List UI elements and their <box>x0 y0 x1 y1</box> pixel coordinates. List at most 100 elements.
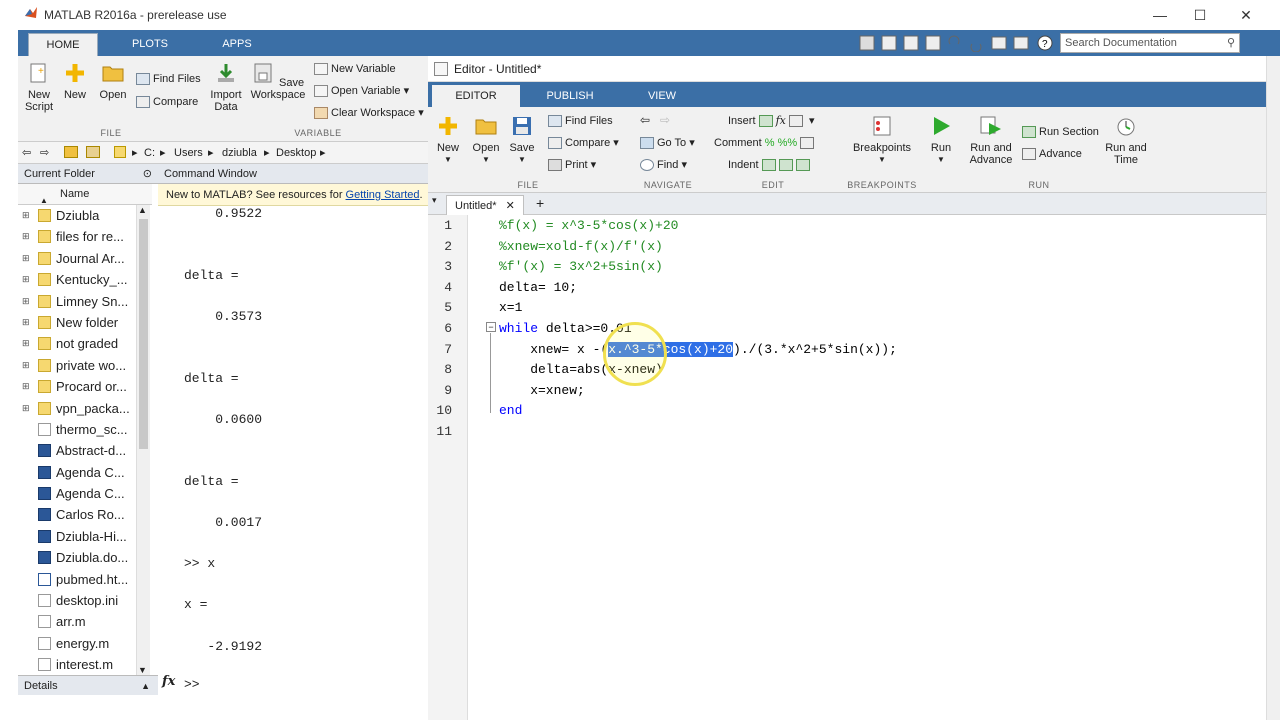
forward-arrow-icon[interactable]: ⇨ <box>40 142 49 164</box>
line-number[interactable]: 8 <box>428 362 452 377</box>
folder-list-item[interactable]: ⊞ private wo... <box>18 355 152 376</box>
folder-list-item[interactable]: arr.m <box>18 611 152 632</box>
folder-list-item[interactable]: Abstract-d... <box>18 440 152 461</box>
folder-list-item[interactable]: ⊞ Limney Sn... <box>18 291 152 312</box>
new-button[interactable]: New <box>60 62 90 101</box>
expand-plus-icon[interactable]: ⊞ <box>22 248 30 269</box>
tab-plots[interactable]: PLOTS <box>116 33 184 56</box>
tab-view[interactable]: VIEW <box>622 85 702 107</box>
line-number[interactable]: 11 <box>428 424 452 439</box>
current-folder-scrollbar[interactable]: ▲ ▼ <box>136 205 150 675</box>
expand-plus-icon[interactable]: ⊞ <box>22 312 30 333</box>
panel-menu-icon[interactable]: ⊙ <box>143 164 152 184</box>
import-data-button[interactable]: Import Data <box>208 62 244 113</box>
navigate-forward-icon[interactable]: ⇨ <box>660 113 670 127</box>
folder-list-item[interactable]: Agenda C... <box>18 483 152 504</box>
compare-button[interactable]: Compare <box>136 93 198 111</box>
tab-publish[interactable]: PUBLISH <box>530 85 610 107</box>
folder-list-item[interactable]: interest.m <box>18 654 152 675</box>
line-number[interactable]: 1 <box>428 218 452 233</box>
folder-list-item[interactable]: ⊞ New folder <box>18 312 152 333</box>
code-line[interactable]: %f'(x) = 3x^2+5sin(x) <box>499 259 663 274</box>
expand-plus-icon[interactable]: ⊞ <box>22 398 30 419</box>
editor-new-button[interactable]: New ▼ <box>432 115 464 166</box>
editor-save-button[interactable]: Save ▼ <box>506 115 538 166</box>
run-and-time-button[interactable]: Run and Time <box>1100 115 1152 166</box>
expand-plus-icon[interactable]: ⊞ <box>22 376 30 397</box>
expand-plus-icon[interactable]: ⊞ <box>22 291 30 312</box>
editor-find-files-button[interactable]: Find Files <box>548 112 613 130</box>
window-scrollbar[interactable] <box>1266 56 1280 720</box>
line-number[interactable]: 9 <box>428 383 452 398</box>
command-window-header[interactable]: Command Window <box>158 164 428 184</box>
search-documentation-input[interactable]: Search Documentation ⚲ <box>1060 33 1240 53</box>
folder-list-item[interactable]: ⊞ vpn_packa... <box>18 398 152 419</box>
line-number[interactable]: 10 <box>428 403 452 418</box>
fold-toggle-icon[interactable]: − <box>486 322 496 332</box>
code-line[interactable]: end <box>499 403 522 418</box>
command-prompt[interactable]: fx >> <box>158 672 428 696</box>
folder-list-item[interactable]: ⊞ not graded <box>18 333 152 354</box>
fx-icon[interactable]: fx <box>776 114 786 127</box>
expand-plus-icon[interactable]: ⊞ <box>22 205 30 226</box>
advance-button[interactable]: Advance <box>1022 145 1082 163</box>
line-number[interactable]: 7 <box>428 342 452 357</box>
tab-list-icon[interactable]: ▾ <box>432 195 437 206</box>
comment-icon[interactable]: % <box>765 137 775 149</box>
save-workspace-button[interactable]: Save Workspace <box>250 62 306 101</box>
editor-open-button[interactable]: Open ▼ <box>470 115 502 166</box>
open-button[interactable]: Open <box>98 62 128 101</box>
find-files-button[interactable]: Find Files <box>136 70 201 88</box>
comment-button[interactable]: Comment % %% <box>714 134 817 152</box>
folder-list-item[interactable]: ⊞ Kentucky_... <box>18 269 152 290</box>
folder-list-item[interactable]: ⊞ Dziubla <box>18 205 152 226</box>
path-user[interactable]: dziubla <box>222 142 257 164</box>
indent-button[interactable]: Indent <box>728 156 813 174</box>
editor-print-button[interactable]: Print ▾ <box>548 156 596 174</box>
code-line[interactable]: %f(x) = x^3-5*cos(x)+20 <box>499 218 678 233</box>
run-and-advance-button[interactable]: Run and Advance <box>964 115 1018 166</box>
minimize-button[interactable]: — <box>1140 4 1180 26</box>
folder-list-item[interactable]: pubmed.ht... <box>18 569 152 590</box>
run-button[interactable]: Run ▼ <box>924 115 958 166</box>
code-line[interactable]: delta= 10; <box>499 280 577 295</box>
getting-started-link[interactable]: Getting Started <box>346 189 420 201</box>
function-browser-icon[interactable]: fx <box>162 674 175 689</box>
line-number[interactable]: 2 <box>428 239 452 254</box>
tab-home[interactable]: HOME <box>28 33 98 56</box>
new-script-button[interactable]: + New Script <box>22 62 56 113</box>
tab-apps[interactable]: APPS <box>202 33 272 56</box>
path-users[interactable]: Users <box>174 142 203 164</box>
folder-list-item[interactable]: Dziubla.do... <box>18 547 152 568</box>
new-tab-button[interactable]: + <box>536 195 544 211</box>
doc-tab-untitled[interactable]: Untitled* ✕ <box>446 195 524 215</box>
navigate-back-icon[interactable]: ⇦ <box>640 113 650 127</box>
folder-list-item[interactable]: Carlos Ro... <box>18 504 152 525</box>
scroll-up-icon[interactable]: ▲ <box>138 205 147 215</box>
expand-icon[interactable]: ▲ <box>141 676 150 696</box>
code-line[interactable]: x=1 <box>499 300 522 315</box>
code-line[interactable]: xnew= x -(x.^3-5*cos(x)+20)./(3.*x^2+5*s… <box>499 341 897 357</box>
find-button[interactable]: Find ▾ <box>640 156 687 174</box>
tab-editor[interactable]: EDITOR <box>432 85 520 107</box>
scroll-down-icon[interactable]: ▼ <box>138 665 147 675</box>
breakpoints-button[interactable]: Breakpoints ▼ <box>848 115 916 166</box>
folder-list-item[interactable]: desktop.ini <box>18 590 152 611</box>
expand-plus-icon[interactable]: ⊞ <box>22 333 30 354</box>
clear-workspace-button[interactable]: Clear Workspace ▾ <box>314 104 424 122</box>
folder-list-item[interactable]: ⊞ files for re... <box>18 226 152 247</box>
browse-folder-icon[interactable] <box>86 146 100 158</box>
current-folder-header[interactable]: Current Folder ⊙ <box>18 164 158 184</box>
folder-list-item[interactable]: ⊞ Journal Ar... <box>18 248 152 269</box>
folder-list-item[interactable]: Dziubla-Hi... <box>18 526 152 547</box>
command-window-output[interactable]: 0.9522 delta = 0.3573 delta = 0.0600 delta … <box>158 206 428 668</box>
expand-plus-icon[interactable]: ⊞ <box>22 355 30 376</box>
editor-compare-button[interactable]: Compare ▾ <box>548 134 619 152</box>
expand-plus-icon[interactable]: ⊞ <box>22 269 30 290</box>
new-variable-button[interactable]: New Variable <box>314 60 396 78</box>
run-section-button[interactable]: Run Section <box>1022 123 1099 141</box>
line-number[interactable]: 3 <box>428 259 452 274</box>
insert-button[interactable]: Insert fx ▾ <box>728 112 815 130</box>
uncomment-icon[interactable]: %% <box>778 137 798 149</box>
up-folder-icon[interactable] <box>64 146 78 158</box>
